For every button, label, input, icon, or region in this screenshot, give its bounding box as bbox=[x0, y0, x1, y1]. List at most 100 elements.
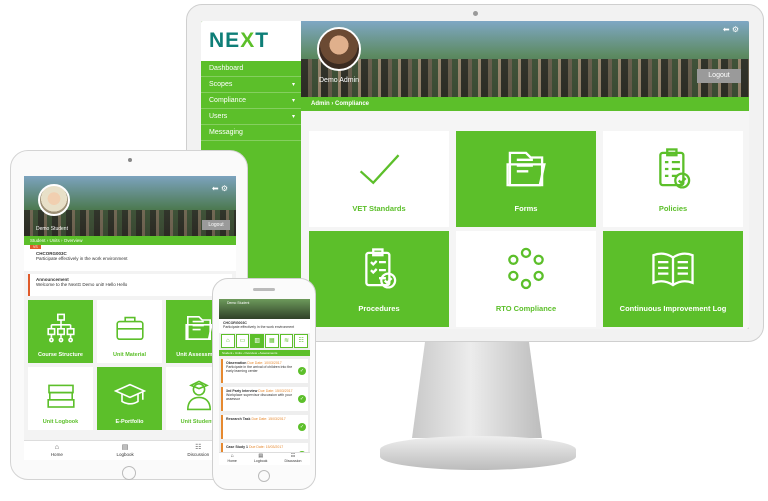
check-icon bbox=[356, 146, 402, 204]
phone-banner: Demo Student bbox=[219, 299, 310, 319]
tile-forms[interactable]: Forms bbox=[456, 131, 596, 227]
assessment-description: Workplace supervisor discussion with you… bbox=[226, 393, 292, 401]
unit-nav-icon[interactable]: ▥ bbox=[250, 334, 264, 348]
compliance-tiles: VET Standards Forms Policies Procedures RTO … bbox=[309, 131, 743, 327]
logo-text-end: T bbox=[255, 29, 270, 52]
graduation-cap-icon bbox=[113, 379, 146, 419]
logo-x: X bbox=[240, 29, 256, 52]
sidebar-item-label: Scopes bbox=[209, 81, 233, 88]
announcement-text: Welcome to the NextG Demo unit! Hello He… bbox=[36, 282, 128, 287]
header-icons[interactable]: ⬅ ⚙ bbox=[723, 25, 739, 34]
assessment-due-date: Due Date: 15/03/2017 bbox=[248, 445, 284, 449]
tablet-user-name: Demo Student bbox=[36, 226, 68, 232]
list-item[interactable]: Research Task Due Date: 15/03/2017 ✓ bbox=[221, 415, 308, 439]
tablet-camera bbox=[128, 158, 132, 162]
phone-tab-discussion[interactable]: ☷ Discussion bbox=[285, 453, 302, 465]
check-icon[interactable]: ✓ bbox=[298, 395, 306, 403]
sidebar-item-label: Compliance bbox=[209, 97, 246, 104]
tablet-banner: Demo Student ⬅ ⚙ Logout bbox=[24, 176, 236, 236]
clipboard-list-icon bbox=[356, 246, 402, 304]
tab-label: Discussion bbox=[284, 459, 302, 463]
assessment-due-date: Due Date: 15/03/2017 bbox=[251, 417, 286, 421]
circle-dots-icon bbox=[503, 246, 549, 304]
tile-label: Course Structure bbox=[38, 352, 83, 358]
phone-screen: Demo Student CHCORG003C Participate effe… bbox=[219, 299, 310, 465]
sidebar-item-users[interactable]: Users ▾ bbox=[201, 109, 301, 125]
list-item[interactable]: Observation Due Date: 10/03/2017 Particip… bbox=[221, 359, 308, 383]
sidebar-nav: Dashboard Scopes ▾ Compliance ▾ Users ▾ Messagi… bbox=[201, 61, 301, 141]
unit-description: Participate effectively in the work envi… bbox=[36, 256, 128, 261]
tablet-screen: Demo Student ⬅ ⚙ Logout Student › Units … bbox=[24, 176, 236, 460]
tablet-tab-bar: ⌂ Home ▤ Logbook ☷ Discussion bbox=[24, 440, 236, 460]
list-item[interactable]: 3rd Party Interview Due Date: 15/03/2017… bbox=[221, 387, 308, 411]
tab-label: Home bbox=[227, 459, 237, 463]
tile-label: RTO Compliance bbox=[495, 304, 557, 313]
tile-continuous-improvement-log[interactable]: Continuous Improvement Log bbox=[603, 231, 743, 327]
tile-label: Procedures bbox=[358, 304, 400, 313]
tile-policies[interactable]: Policies bbox=[603, 131, 743, 227]
user-name: Demo Admin bbox=[319, 77, 360, 84]
unit-nav-icon[interactable]: ☷ bbox=[294, 334, 308, 348]
tablet-tab-home[interactable]: ⌂ Home bbox=[51, 441, 63, 460]
tablet-tile-course-structure[interactable]: Course Structure bbox=[28, 300, 93, 363]
phone-tab-home[interactable]: ⌂ Home bbox=[228, 453, 237, 465]
banner-photo bbox=[301, 59, 749, 97]
book-icon bbox=[650, 246, 696, 304]
phone-home-button bbox=[258, 470, 270, 482]
check-icon[interactable]: ✓ bbox=[298, 367, 306, 375]
logo[interactable]: NE X T bbox=[201, 21, 301, 61]
unit-nav-icon[interactable]: ▦ bbox=[265, 334, 279, 348]
unit-header: VS CHCORG003C Participate effectively in… bbox=[24, 245, 236, 271]
check-icon[interactable]: ✓ bbox=[298, 423, 306, 431]
tile-label: Continuous Improvement Log bbox=[619, 304, 727, 313]
hierarchy-icon bbox=[45, 312, 77, 352]
tablet-tile-unit-logbook[interactable]: Unit Logbook bbox=[28, 367, 93, 430]
tile-vet-standards[interactable]: VET Standards bbox=[309, 131, 449, 227]
unit-nav-icon[interactable]: ▭ bbox=[235, 334, 250, 348]
unit-badge: VS bbox=[30, 245, 41, 249]
phone-tab-logbook[interactable]: ▤ Logbook bbox=[254, 453, 267, 465]
briefcase-icon bbox=[114, 312, 146, 352]
tablet-breadcrumb: Student › Units › Overview bbox=[24, 236, 236, 245]
tablet-home-button bbox=[122, 466, 136, 480]
sidebar-item-label: Messaging bbox=[209, 129, 243, 136]
logbook-icon: ▤ bbox=[121, 444, 129, 451]
assessment-title: Case Study 1 Due Date: 15/03/2017 bbox=[226, 445, 296, 449]
unit-nav-icon[interactable]: ≋ bbox=[279, 334, 294, 348]
discussion-icon: ☷ bbox=[195, 444, 202, 451]
sidebar-item-compliance[interactable]: Compliance ▾ bbox=[201, 93, 301, 109]
tile-procedures[interactable]: Procedures bbox=[309, 231, 449, 327]
logo-text: NE bbox=[209, 29, 241, 52]
student-icon bbox=[183, 379, 215, 419]
sidebar-item-dashboard[interactable]: Dashboard bbox=[201, 61, 301, 77]
sidebar-item-scopes[interactable]: Scopes ▾ bbox=[201, 77, 301, 93]
phone-unit-icons: ⌂ ▭ ▥ ▦ ≋ ☷ bbox=[221, 334, 308, 348]
avatar[interactable] bbox=[317, 27, 361, 71]
profile-banner: Demo Admin ⬅ ⚙ Logout bbox=[301, 21, 749, 97]
logout-button[interactable]: Logout bbox=[697, 69, 741, 83]
tablet-tab-discussion[interactable]: ☷ Discussion bbox=[187, 441, 209, 460]
tile-label: Unit Students bbox=[180, 419, 217, 425]
tile-rto-compliance[interactable]: RTO Compliance bbox=[456, 231, 596, 327]
assessment-name: Research Task bbox=[226, 417, 252, 421]
device-mockup: NE X T Dashboard Scopes ▾ Compliance ▾ Users ▾ Me… bbox=[0, 0, 768, 501]
tablet-logout-button[interactable]: Logout bbox=[202, 220, 230, 230]
sidebar-item-messaging[interactable]: Messaging bbox=[201, 125, 301, 141]
tablet-header-icons[interactable]: ⬅ ⚙ bbox=[212, 184, 228, 193]
sidebar-item-label: Dashboard bbox=[209, 65, 244, 72]
tablet-tile-e-portfolio[interactable]: E-Portfolio bbox=[97, 367, 162, 430]
camera-dot bbox=[473, 11, 478, 16]
monitor-stand bbox=[412, 342, 542, 438]
tablet-tab-logbook[interactable]: ▤ Logbook bbox=[116, 441, 133, 460]
announcement: Announcement Welcome to the NextG Demo u… bbox=[28, 274, 232, 296]
assessment-list: Observation Due Date: 10/03/2017 Particip… bbox=[221, 359, 308, 465]
breadcrumb: Admin › Compliance bbox=[301, 97, 749, 111]
tile-label: VET Standards bbox=[352, 204, 406, 213]
chevron-down-icon: ▾ bbox=[291, 98, 295, 104]
sidebar-item-label: Users bbox=[209, 113, 228, 120]
books-icon bbox=[45, 379, 77, 419]
unit-nav-icon[interactable]: ⌂ bbox=[221, 334, 235, 348]
tab-label: Home bbox=[50, 452, 63, 457]
tablet-avatar[interactable] bbox=[38, 184, 70, 216]
tablet-tile-unit-material[interactable]: Unit Material bbox=[97, 300, 162, 363]
